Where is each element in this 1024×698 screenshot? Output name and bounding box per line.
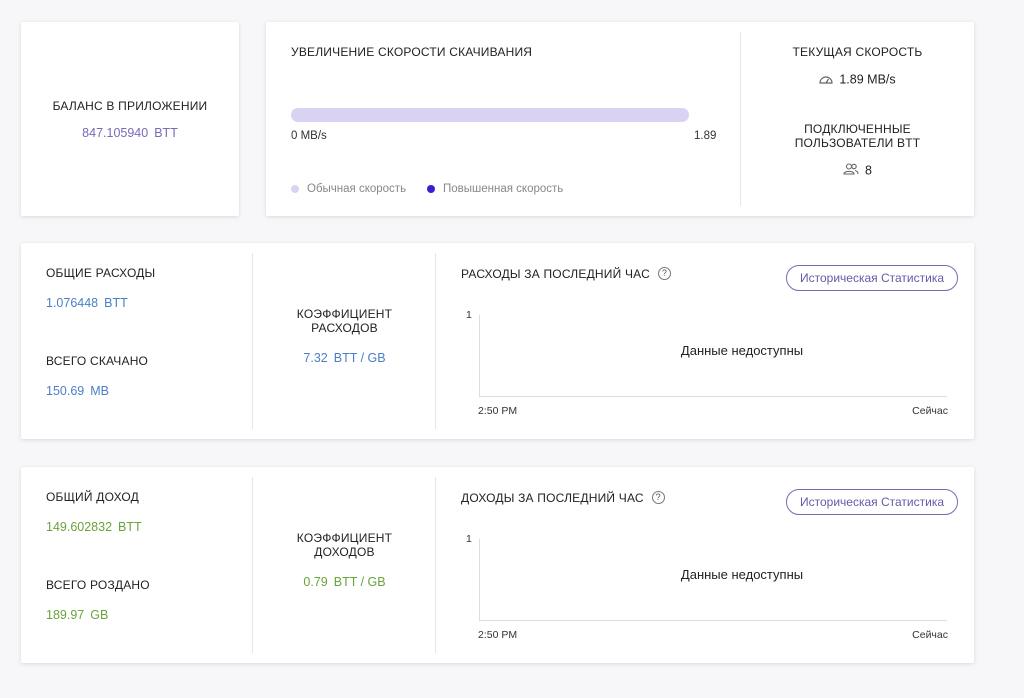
income-ratio-amount: 0.79: [303, 575, 328, 589]
total-income-value: 149.602832 BTT: [46, 520, 142, 534]
income-chart-y-tick: 1: [466, 533, 472, 545]
income-chart-x-start: 2:50 PM: [478, 629, 518, 641]
total-downloaded-label: ВСЕГО СКАЧАНО: [46, 354, 149, 368]
income-divider-2: [435, 477, 436, 653]
balance-card: БАЛАНС В ПРИЛОЖЕНИИ 847.105940 BTT: [21, 22, 239, 216]
income-chart-x-end: Сейчас: [912, 629, 948, 641]
help-icon[interactable]: ?: [651, 491, 665, 505]
expenses-chart-x-axis: [479, 396, 947, 397]
income-ratio-label-line1: КОЭФФИЦИЕНТ: [296, 531, 393, 545]
income-chart-title-text: ДОХОДЫ ЗА ПОСЛЕДНИЙ ЧАС: [461, 490, 644, 505]
expense-ratio-label-line2: РАСХОДОВ: [311, 321, 378, 335]
expense-ratio-value: 7.32 BTT / GB: [253, 351, 436, 365]
speed-min-label: 0 MB/s: [291, 130, 327, 142]
expenses-chart-title-text: РАСХОДЫ ЗА ПОСЛЕДНИЙ ЧАС: [461, 266, 650, 281]
connected-users-label-line2: ПОЛЬЗОВАТЕЛИ BTT: [794, 136, 921, 150]
total-expenses-unit: BTT: [104, 296, 128, 310]
expenses-history-button[interactable]: Историческая Статистика: [786, 265, 959, 291]
speed-max-label: 1.89: [694, 130, 717, 142]
income-chart-x-axis: [479, 620, 947, 621]
income-ratio-value: 0.79 BTT / GB: [253, 575, 436, 589]
total-expenses-label: ОБЩИЕ РАСХОДЫ: [46, 266, 156, 280]
expenses-chart-y-tick: 1: [466, 309, 472, 321]
total-income-amount: 149.602832: [46, 520, 113, 534]
expenses-divider-1: [252, 253, 253, 429]
speed-card: УВЕЛИЧЕНИЕ СКОРОСТИ СКАЧИВАНИЯ 0 MB/s 1.…: [266, 22, 974, 216]
legend-boosted: Повышенная скорость: [427, 180, 563, 198]
total-expenses-value: 1.076448 BTT: [46, 296, 128, 310]
total-given-amount: 189.97: [46, 608, 85, 622]
balance-unit: BTT: [154, 126, 178, 140]
balance-label: БАЛАНС В ПРИЛОЖЕНИИ: [52, 99, 208, 113]
total-given-unit: GB: [90, 608, 109, 622]
speed-bar: [291, 108, 689, 122]
balance-value: 847.105940 BTT: [21, 126, 239, 140]
connected-users: 8: [741, 163, 974, 178]
total-income-label: ОБЩИЙ ДОХОД: [46, 490, 139, 504]
income-history-button[interactable]: Историческая Статистика: [786, 489, 959, 515]
income-ratio-label: КОЭФФИЦИЕНТ ДОХОДОВ: [253, 531, 436, 559]
total-expenses-amount: 1.076448: [46, 296, 99, 310]
income-ratio-label-line2: ДОХОДОВ: [314, 545, 375, 559]
legend-normal-dot: [291, 184, 299, 193]
income-chart-title: ДОХОДЫ ЗА ПОСЛЕДНИЙ ЧАС?: [461, 490, 665, 505]
income-chart-no-data: Данные недоступны: [680, 567, 804, 582]
total-income-unit: BTT: [118, 520, 142, 534]
expense-ratio-label-line1: КОЭФФИЦИЕНТ: [296, 307, 393, 321]
current-speed-value: 1.89 MB/s: [839, 72, 896, 87]
expenses-chart-no-data: Данные недоступны: [680, 343, 804, 358]
current-speed: 1.89 MB/s: [741, 72, 974, 87]
expenses-divider-2: [435, 253, 436, 429]
legend-boosted-dot: [427, 184, 435, 193]
speed-boost-title: УВЕЛИЧЕНИЕ СКОРОСТИ СКАЧИВАНИЯ: [291, 45, 533, 59]
legend-normal-label: Обычная скорость: [307, 182, 407, 195]
expense-ratio-unit: BTT / GB: [333, 351, 386, 365]
income-ratio-unit: BTT / GB: [333, 575, 386, 589]
legend-boosted-label: Повышенная скорость: [443, 182, 564, 195]
income-divider-1: [252, 477, 253, 653]
expenses-chart-x-start: 2:50 PM: [478, 405, 518, 417]
legend-normal: Обычная скорость: [291, 180, 406, 198]
total-given-value: 189.97 GB: [46, 608, 108, 622]
total-downloaded-amount: 150.69: [46, 384, 85, 398]
users-icon: [843, 163, 859, 178]
expense-ratio-label: КОЭФФИЦИЕНТ РАСХОДОВ: [253, 307, 436, 335]
total-downloaded-value: 150.69 MB: [46, 384, 109, 398]
expenses-chart-title: РАСХОДЫ ЗА ПОСЛЕДНИЙ ЧАС?: [461, 266, 671, 281]
connected-users-label: ПОДКЛЮЧЕННЫЕ ПОЛЬЗОВАТЕЛИ BTT: [741, 122, 974, 150]
current-speed-label: ТЕКУЩАЯ СКОРОСТЬ: [792, 45, 923, 59]
total-given-label: ВСЕГО РОЗДАНО: [46, 578, 150, 592]
expense-ratio-amount: 7.32: [303, 351, 328, 365]
connected-users-value: 8: [865, 163, 872, 178]
expenses-chart-x-end: Сейчас: [912, 405, 948, 417]
balance-amount: 847.105940: [82, 126, 149, 140]
total-downloaded-unit: MB: [90, 384, 109, 398]
income-card: ОБЩИЙ ДОХОД 149.602832 BTT ВСЕГО РОЗДАНО …: [21, 467, 974, 663]
connected-users-label-line1: ПОДКЛЮЧЕННЫЕ: [804, 122, 911, 136]
speedometer-icon: [819, 73, 833, 87]
help-icon[interactable]: ?: [657, 267, 671, 281]
expenses-card: ОБЩИЕ РАСХОДЫ 1.076448 BTT ВСЕГО СКАЧАНО …: [21, 243, 974, 439]
